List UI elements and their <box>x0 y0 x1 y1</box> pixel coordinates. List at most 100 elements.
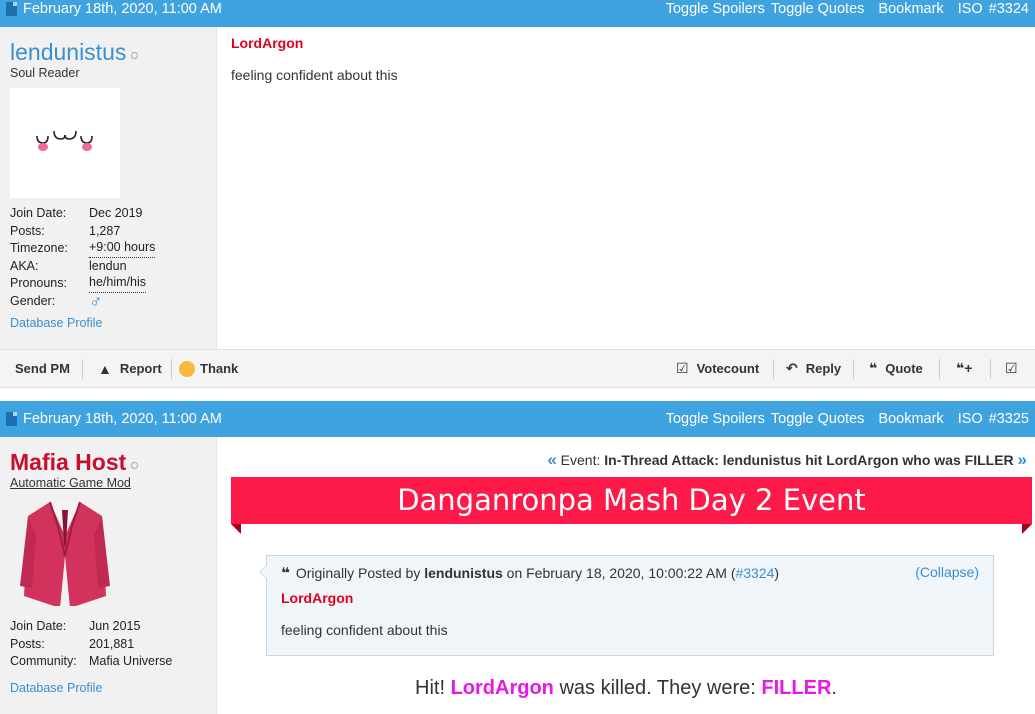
warning-icon: ▲ <box>98 360 112 377</box>
user-title: Soul Reader <box>10 66 80 80</box>
thank-label: Thank <box>200 361 239 376</box>
username-link[interactable]: Mafia Host <box>10 449 126 476</box>
event-prefix: Event: <box>560 452 601 468</box>
quoted-text: feeling confident about this <box>281 622 448 638</box>
divider <box>773 358 774 379</box>
info-row: Community: Mafia Universe <box>10 653 206 671</box>
database-profile-link[interactable]: Database Profile <box>10 316 206 330</box>
post-action-bar: Send PM ▲ Report Thank ☑ Votecount ↶ Rep… <box>0 349 1035 388</box>
quoted-author: LordArgon <box>281 590 354 606</box>
bookmark-link[interactable]: Bookmark <box>878 411 943 427</box>
post-header: February 18th, 2020, 11:00 AM Toggle Spo… <box>0 0 1035 27</box>
checkbox-icon: ☑ <box>1005 360 1018 376</box>
info-value: 1,287 <box>89 223 121 238</box>
votecount-label: Votecount <box>696 361 760 376</box>
post-content: « Event: In-Thread Attack: lendunistus h… <box>217 437 1035 714</box>
kawaii-face-icon <box>36 130 93 151</box>
quote-attribution: ❝ Originally Posted by lendunistus on Feb… <box>281 564 779 582</box>
thank-button[interactable]: Thank <box>179 360 239 377</box>
post-header: February 18th, 2020, 11:00 AM Toggle Spo… <box>0 401 1035 437</box>
event-text: In-Thread Attack: lendunistus hit LordAr… <box>604 452 1014 468</box>
post-date: February 18th, 2020, 11:00 AM <box>0 1 222 17</box>
toggle-spoilers-link[interactable]: Toggle Spoilers <box>666 411 765 427</box>
double-chevron-right-icon[interactable]: » <box>1018 450 1027 469</box>
info-row: Gender: ♂ <box>10 290 206 311</box>
event-result: Hit! LordArgon was killed. They were: FI… <box>217 677 1035 700</box>
select-post-button[interactable]: ☑ <box>1005 360 1026 377</box>
info-key: Gender: <box>10 293 56 308</box>
divider <box>171 358 172 379</box>
avatar <box>10 496 120 608</box>
info-key: Timezone: <box>10 241 68 255</box>
report-button[interactable]: ▲ Report <box>98 361 162 377</box>
quote-button[interactable]: ❝ Quote <box>869 360 923 377</box>
collapse-quote-link[interactable]: (Collapse) <box>915 564 979 582</box>
username[interactable]: lendunistus <box>10 39 206 66</box>
info-row: Posts: 1,287 <box>10 223 206 241</box>
info-row: Posts: 201,881 <box>10 636 206 654</box>
info-value: +9:00 hours <box>89 240 156 258</box>
event-line: « Event: In-Thread Attack: lendunistus h… <box>547 450 1027 470</box>
user-info: Join Date: Dec 2019 Posts: 1,287 Timezone:… <box>10 205 206 310</box>
username-link[interactable]: lendunistus <box>10 39 126 66</box>
quote-bubble-icon: ❝ <box>869 360 878 376</box>
reply-arrow-icon: ↶ <box>786 360 798 376</box>
info-row: Pronouns: he/him/his <box>10 275 206 293</box>
double-chevron-left-icon[interactable]: « <box>547 450 556 469</box>
quote-author: lendunistus <box>424 565 503 581</box>
ballot-icon: ☑ <box>676 360 689 376</box>
info-row: AKA: lendun <box>10 258 206 276</box>
user-sidebar: lendunistus Soul Reader Join Date: Dec 20… <box>0 27 217 349</box>
suit-jacket-icon <box>20 501 110 608</box>
post-number-link[interactable]: #3325 <box>989 411 1029 427</box>
divider <box>939 358 940 379</box>
post-date: February 18th, 2020, 11:00 AM <box>0 411 222 427</box>
votecount-button[interactable]: ☑ Votecount <box>676 360 759 377</box>
reply-button[interactable]: ↶ Reply <box>786 360 841 377</box>
info-key: Join Date: <box>10 619 67 633</box>
iso-link[interactable]: ISO <box>958 411 983 427</box>
send-pm-button[interactable]: Send PM <box>15 361 70 376</box>
divider <box>82 358 83 379</box>
quote-close: ) <box>774 565 780 581</box>
post-date-text: February 18th, 2020, 11:00 AM <box>23 1 222 17</box>
divider <box>990 358 991 379</box>
result-role: FILLER <box>761 677 832 699</box>
database-profile-link[interactable]: Database Profile <box>10 681 206 695</box>
info-key: Community: <box>10 654 77 668</box>
multi-quote-icon: ❝+ <box>956 360 973 376</box>
quote-date: on February 18, 2020, 10:00:22 AM ( <box>506 565 736 581</box>
user-info: Join Date: Jun 2015 Posts: 201,881 Communi… <box>10 618 206 671</box>
quote-prefix: Originally Posted by <box>295 565 421 581</box>
info-value: Jun 2015 <box>89 619 141 633</box>
document-icon <box>6 2 17 16</box>
post-number-link[interactable]: #3324 <box>989 1 1029 17</box>
toggle-spoilers-link[interactable]: Toggle Spoilers <box>666 1 765 17</box>
user-title[interactable]: Automatic Game Mod <box>10 476 206 490</box>
iso-link[interactable]: ISO <box>958 1 983 17</box>
username[interactable]: Mafia Host <box>10 449 206 476</box>
post-text: feeling confident about this <box>231 67 398 83</box>
offline-status-icon <box>131 462 139 469</box>
multi-quote-button[interactable]: ❝+ <box>956 360 980 377</box>
bookmark-link[interactable]: Bookmark <box>878 1 943 17</box>
info-value: 201,881 <box>89 636 135 651</box>
quote-post-link[interactable]: #3324 <box>735 565 774 581</box>
info-key: Pronouns: <box>10 276 67 290</box>
toggle-quotes-link[interactable]: Toggle Quotes <box>771 411 865 427</box>
document-icon <box>6 412 17 426</box>
quote-box: ❝ Originally Posted by lendunistus on Feb… <box>259 555 994 656</box>
info-value: he/him/his <box>89 275 146 293</box>
toggle-quotes-link[interactable]: Toggle Quotes <box>771 1 865 17</box>
result-middle: was killed. They were: <box>559 677 756 699</box>
info-value: Dec 2019 <box>89 206 143 220</box>
result-end: . <box>831 677 837 699</box>
send-pm-label: Send PM <box>15 361 70 376</box>
divider <box>853 358 854 379</box>
info-key: AKA: <box>10 258 39 273</box>
post-content: LordArgon feeling confident about this <box>217 27 1035 349</box>
male-gender-icon: ♂ <box>89 290 103 311</box>
info-value: Mafia Universe <box>89 654 173 668</box>
info-key: Posts: <box>10 636 45 651</box>
event-banner: Danganronpa Mash Day 2 Event <box>231 477 1032 534</box>
